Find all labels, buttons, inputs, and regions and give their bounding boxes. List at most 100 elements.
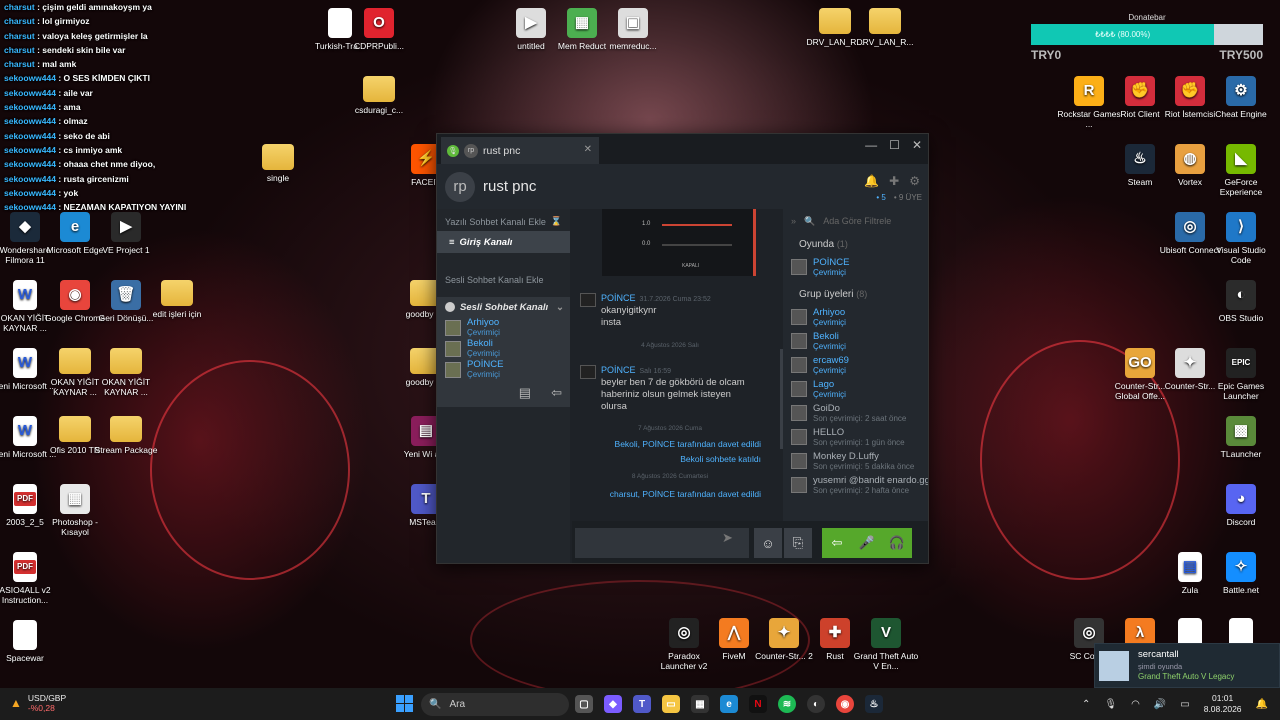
invite-friend-icon[interactable]: ✚ [889,174,899,188]
chevron-up-icon[interactable]: ⌃ [1082,699,1090,710]
close-icon[interactable]: ✕ [912,138,922,152]
attach-button[interactable]: ⎘ [784,528,812,558]
group-member[interactable]: Bekoli Çevrimiçi [783,329,928,353]
task-view-icon[interactable]: ▢ [575,695,593,713]
obs-icon[interactable]: ◐ [807,695,825,713]
gear-icon[interactable]: ⚙ [909,174,920,188]
clock-date: 8.08.2026 [1203,704,1242,714]
chat-tab-rust-pnc[interactable]: 🎙 rp rust pnc ✕ [441,137,599,164]
group-member[interactable]: Arhiyoo Çevrimiçi [783,305,928,329]
app-icon: ◐ [1226,280,1256,310]
member-name: Bekoli [813,330,839,342]
voice-settings-icon[interactable]: ▤ [519,385,531,401]
notification-bell-icon[interactable]: 🔔 [1256,699,1268,710]
add-voice-channel[interactable]: Sesli Sohbet Kanalı Ekle [437,267,570,289]
steam-friend-notification[interactable]: sercantall şimdi oyunda Grand Theft Auto… [1094,643,1280,688]
store-icon[interactable]: ▦ [691,695,709,713]
group-member-offline[interactable]: Monkey D.Luffy Son çevrimiçi: 5 dakika ön… [783,449,928,473]
chat-username: charsut [4,59,35,70]
file-explorer-icon[interactable]: ▭ [662,695,680,713]
desktop-icon[interactable]: Spacewar [0,620,58,663]
chevron-down-icon[interactable]: ⌄ [556,302,564,313]
desktop-icon[interactable]: V Grand Theft Auto V En... [853,618,919,671]
desktop-icon[interactable]: EPIC Epic Games Launcher [1208,348,1274,401]
desktop-icon[interactable]: edit işleri için [144,280,210,319]
voice-member[interactable]: Bekoli Çevrimiçi [437,338,570,359]
desktop-icon[interactable]: csduragi_c... [346,76,412,115]
voice-channel-header[interactable]: Sesli Sohbet Kanalı ⌄ [437,297,570,317]
group-member-offline[interactable]: GoiDo Son çevrimiçi: 2 saat önce [783,401,928,425]
emoji-button[interactable]: ☺ [754,528,782,558]
folder-icon [161,280,193,306]
message-author[interactable]: POİNCE [601,365,636,375]
minimize-icon[interactable]: — [865,138,877,152]
currency-widget[interactable]: ▲ USD/GBP -%0,28 [10,693,66,713]
desktop-icon[interactable]: OKAN YİĞİT KAYNAR ... [93,348,159,397]
chat-text: aile var [63,87,93,98]
member-filter[interactable]: » 🔍 Ada Göre Filtrele [783,209,928,233]
desktop-icon[interactable]: ▦ Photoshop - Kısayol [42,484,108,537]
chat-text: olmaz [63,116,88,127]
message-line: haberiniz olsun gelmek isteyen [601,389,731,400]
desktop-icon-label: Visual Studio Code [1216,245,1266,265]
volume-icon[interactable]: 🔊 [1154,699,1166,710]
edge-icon[interactable]: e [720,695,738,713]
channel-giris[interactable]: ≡ Giriş Kanalı [437,231,570,253]
online-count: • 5 [876,193,886,202]
desktop-icon[interactable]: ⚙ Cheat Engine [1208,76,1274,119]
send-icon[interactable]: ➤ [722,530,733,546]
teams-icon[interactable]: T [633,695,651,713]
group-member[interactable]: ercaw69 Çevrimiçi [783,353,928,377]
desktop-icon[interactable]: O CDPRPubli... [346,8,412,51]
close-tab-icon[interactable]: ✕ [584,144,592,155]
message-author[interactable]: POİNCE [601,293,636,303]
desktop-icon[interactable]: ⟩ Visual Studio Code [1208,212,1274,265]
spotify-icon[interactable]: ≋ [778,695,796,713]
headset-button[interactable]: 🎧 [882,528,912,558]
add-text-channel[interactable]: Yazılı Sohbet Kanalı Ekle ⌛ [437,209,570,231]
app-icon: ▦ [567,8,597,38]
member-status: Çevrimiçi [467,349,500,358]
start-button[interactable] [396,695,413,712]
friend-game: Grand Theft Auto V Legacy [1138,672,1235,681]
desktop-icon[interactable]: ▩ TLauncher [1208,416,1274,459]
desktop-icon[interactable]: ✧ Battle.net [1208,552,1274,595]
group-member-offline[interactable]: yusemri @bandit enardo.gg Son çevrimiçi: … [783,473,928,497]
desktop-icon[interactable]: ◣ GeForce Experience [1208,144,1274,197]
app-icon: 🗑 [111,280,141,310]
collapse-icon[interactable]: » [791,216,796,226]
taskbar-search[interactable]: 🔍 Ara [421,693,569,716]
steam-icon[interactable]: ♨ [865,695,883,713]
voice-member[interactable]: Arhiyoo Çevrimiçi [437,317,570,338]
wifi-icon[interactable]: ◠ [1131,699,1140,710]
netflix-icon[interactable]: N [749,695,767,713]
leave-voice-icon[interactable]: ⇦ [551,385,562,401]
shared-image-preview[interactable]: 1.0 0.0 KAPALI [602,209,756,276]
group-member[interactable]: Lago Çevrimiçi [783,377,928,401]
desktop-icon-label: Spacewar [6,653,44,663]
donate-bar-widget: Donatebar ₺₺₺₺ (80.00%) TRY0 TRY500 [1031,13,1263,62]
widget-title: USD/GBP [27,693,67,703]
desktop-icon[interactable]: PDF ASIO4ALL v2 Instruction... [0,552,58,605]
desktop-icon-label: Battle.net [1223,585,1259,595]
copilot-icon[interactable]: ◆ [604,695,622,713]
folder-icon [110,348,142,374]
desktop-icon[interactable]: Stream Package [93,416,159,455]
voice-member[interactable]: POİNCE Çevrimiçi [437,359,570,380]
ingame-member[interactable]: POİNCE Çevrimiçi [783,255,928,279]
desktop-icon[interactable]: ◕ Discord [1208,484,1274,527]
chrome-icon[interactable]: ◉ [836,695,854,713]
clock[interactable]: 01:01 8.08.2026 [1204,693,1242,715]
group-member-offline[interactable]: HELLO Son çevrimiçi: 1 gün önce [783,425,928,449]
mic-icon[interactable]: 🎙 [1104,699,1117,710]
leave-voice-button[interactable]: ⇦ [822,528,852,558]
desktop-icon[interactable]: DRV_LAN_R... [852,8,918,47]
desktop-icon[interactable]: ▶ VE Project 1 [93,212,159,255]
desktop-icon[interactable]: ▣ memreduc... [600,8,666,51]
desktop-icon[interactable]: ◐ OBS Studio [1208,280,1274,323]
bell-icon[interactable]: 🔔 [864,174,879,188]
chat-text: ama [63,102,81,113]
mic-button[interactable]: 🎤 [852,528,882,558]
maximize-icon[interactable]: ☐ [889,138,900,152]
battery-icon[interactable]: ▭ [1180,699,1189,710]
